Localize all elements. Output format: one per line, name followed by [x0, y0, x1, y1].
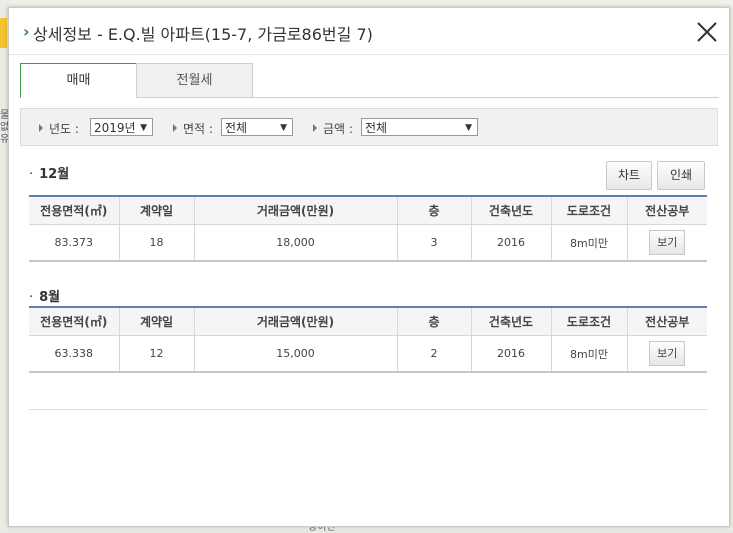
year-filter-label: 년도 : — [39, 120, 79, 137]
table-header-row: 전용면적(㎡) 계약일 거래금액(만원) 층 건축년도 도로조건 전산공부 — [29, 306, 707, 336]
cell-year: 2016 — [471, 335, 552, 373]
area-select[interactable]: 전체 ▼ — [221, 118, 293, 136]
col-header: 도로조건 — [551, 195, 628, 225]
col-header: 건축년도 — [471, 306, 552, 336]
close-icon — [697, 22, 717, 42]
close-button[interactable] — [695, 20, 719, 44]
dropdown-arrow-icon: ▼ — [140, 123, 147, 133]
tab-bar: 매매 전월세 — [20, 63, 719, 98]
triangle-right-icon — [173, 124, 177, 132]
price-select[interactable]: 전체 ▼ — [361, 118, 478, 136]
tab-sale[interactable]: 매매 — [20, 63, 137, 98]
triangle-right-icon — [39, 124, 43, 132]
year-select-value: 2019년 — [94, 121, 136, 135]
table-row: 83.373 18 18,000 3 2016 8m미만 보기 — [29, 224, 707, 262]
col-header: 도로조건 — [551, 306, 628, 336]
month-heading: · 8월 — [29, 290, 61, 305]
cell-road: 8m미만 — [551, 335, 628, 373]
area-select-value: 전체 — [225, 121, 248, 135]
col-header: 전산공부 — [627, 195, 707, 225]
col-header: 거래금액(만원) — [194, 195, 398, 225]
price-select-value: 전체 — [365, 121, 388, 135]
month-heading-text: 12월 — [39, 167, 70, 182]
year-select[interactable]: 2019년 ▼ — [90, 118, 153, 136]
cell-year: 2016 — [471, 224, 552, 262]
transaction-table: 전용면적(㎡) 계약일 거래금액(만원) 층 건축년도 도로조건 전산공부 83… — [29, 195, 707, 262]
col-header: 계약일 — [119, 195, 195, 225]
cell-floor: 2 — [397, 335, 472, 373]
col-header: 전용면적(㎡) — [29, 195, 120, 225]
col-header: 전용면적(㎡) — [29, 306, 120, 336]
view-button[interactable]: 보기 — [649, 230, 686, 255]
col-header: 전산공부 — [627, 306, 707, 336]
cell-area: 83.373 — [29, 224, 120, 262]
title-bar: › 상세정보 - E.Q.빌 아파트(15-7, 가금로86번길 7) — [9, 8, 729, 55]
price-label-text: 금액 : — [323, 122, 353, 136]
cell-area: 63.338 — [29, 335, 120, 373]
area-label-text: 면적 : — [183, 122, 213, 136]
chart-button[interactable]: 차트 — [606, 161, 652, 190]
print-button[interactable]: 인쇄 — [657, 161, 705, 190]
triangle-right-icon — [313, 124, 317, 132]
cell-action: 보기 — [627, 335, 707, 373]
cell-day: 18 — [119, 224, 195, 262]
view-button[interactable]: 보기 — [649, 341, 686, 366]
map-marker — [0, 18, 7, 48]
cell-price: 18,000 — [194, 224, 398, 262]
cell-floor: 3 — [397, 224, 472, 262]
month-heading: · 12월 — [29, 167, 70, 182]
divider — [29, 409, 708, 410]
dropdown-arrow-icon: ▼ — [465, 123, 472, 133]
year-label-text: 년도 : — [49, 122, 79, 136]
area-filter-label: 면적 : — [173, 120, 213, 137]
col-header: 거래금액(만원) — [194, 306, 398, 336]
filter-bar: 년도 : 2019년 ▼ 면적 : 전체 ▼ 금액 : 전체 ▼ — [20, 108, 718, 146]
cell-action: 보기 — [627, 224, 707, 262]
cell-day: 12 — [119, 335, 195, 373]
cell-price: 15,000 — [194, 335, 398, 373]
month-heading-text: 8월 — [39, 290, 61, 305]
col-header: 건축년도 — [471, 195, 552, 225]
transaction-table: 전용면적(㎡) 계약일 거래금액(만원) 층 건축년도 도로조건 전산공부 63… — [29, 306, 707, 373]
col-header: 층 — [397, 195, 472, 225]
detail-dialog: › 상세정보 - E.Q.빌 아파트(15-7, 가금로86번길 7) 매매 전… — [8, 7, 730, 527]
chevron-right-icon: › — [23, 22, 30, 41]
table-header-row: 전용면적(㎡) 계약일 거래금액(만원) 층 건축년도 도로조건 전산공부 — [29, 195, 707, 225]
col-header: 층 — [397, 306, 472, 336]
col-header: 계약일 — [119, 306, 195, 336]
tab-rent[interactable]: 전월세 — [136, 63, 253, 98]
dialog-title: 상세정보 - E.Q.빌 아파트(15-7, 가금로86번길 7) — [33, 25, 373, 44]
cell-road: 8m미만 — [551, 224, 628, 262]
price-filter-label: 금액 : — [313, 120, 353, 137]
dropdown-arrow-icon: ▼ — [280, 123, 287, 133]
table-row: 63.338 12 15,000 2 2016 8m미만 보기 — [29, 335, 707, 373]
